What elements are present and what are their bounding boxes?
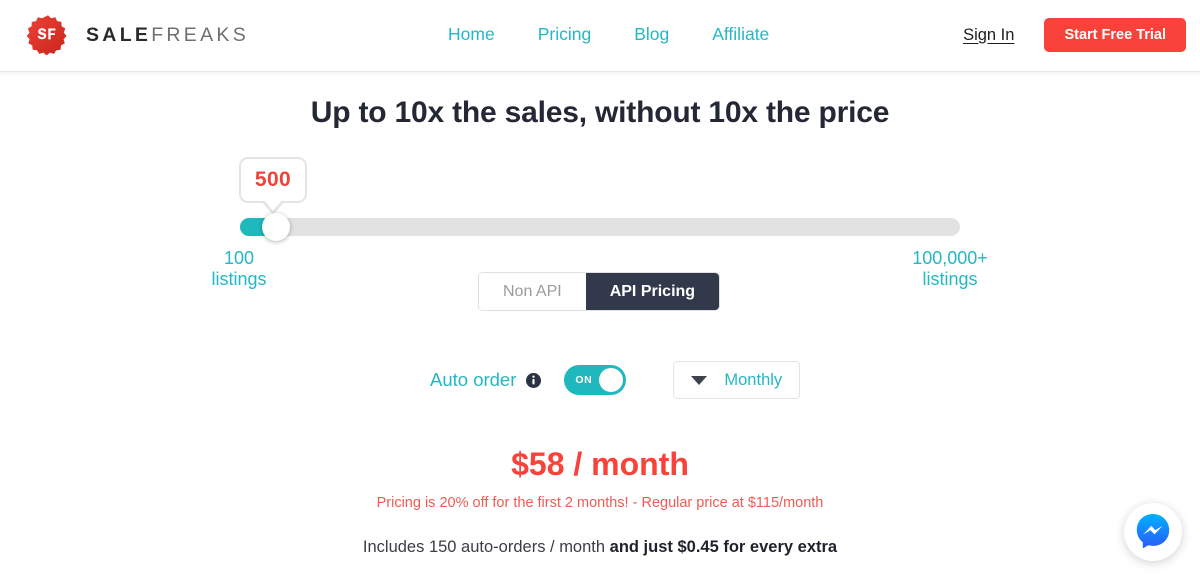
brand-logo[interactable]: SALEFREAKS [26,14,249,58]
slider-value-text: 500 [255,168,291,192]
slider-handle[interactable] [262,213,290,241]
primary-nav: Home Pricing Blog Affiliate [448,24,769,45]
nav-item-pricing[interactable]: Pricing [538,24,592,45]
slider-track[interactable] [240,218,960,236]
slider-min-unit: listings [190,269,288,290]
auto-order-toggle[interactable]: ON [564,365,626,395]
includes-bold: and just $0.45 for every extra [610,538,837,556]
slider-min-value: 100 [190,248,288,269]
auto-order-label: Auto order [430,369,516,391]
facebook-messenger-icon [1133,512,1173,552]
slider-value-bubble: 500 [239,157,307,203]
includes-text: Includes 150 auto-orders / month and jus… [0,538,1200,557]
includes-regular: Includes 150 auto-orders / month [363,538,610,556]
slider-max-value: 100,000+ [885,248,1015,269]
nav-item-home[interactable]: Home [448,24,495,45]
brand-wordmark-primary: SALE [86,24,151,46]
listings-slider[interactable] [240,218,960,236]
info-circle-icon[interactable] [526,373,541,388]
billing-period-select[interactable]: Monthly [673,361,800,399]
tab-api-pricing[interactable]: API Pricing [586,273,719,310]
tab-non-api[interactable]: Non API [479,273,586,310]
site-header: SALEFREAKS Home Pricing Blog Affiliate S… [0,0,1200,72]
auto-order-toggle-knob [599,368,623,392]
sign-in-link[interactable]: Sign In [963,26,1014,45]
auto-order-row: Auto order ON Monthly [430,358,800,402]
pricing-mode-switch: Non API API Pricing [478,272,720,311]
price-amount: $58 / month [0,446,1200,483]
brand-wordmark: SALEFREAKS [86,26,249,46]
nav-item-blog[interactable]: Blog [634,24,669,45]
page-root: SALEFREAKS Home Pricing Blog Affiliate S… [0,0,1200,578]
slider-max-label: 100,000+ listings [885,248,1015,290]
auto-order-toggle-state: ON [575,374,592,386]
header-actions: Sign In Start Free Trial [963,18,1186,52]
promo-text: Pricing is 20% off for the first 2 month… [0,495,1200,511]
brand-wordmark-secondary: FREAKS [151,24,249,46]
billing-period-value: Monthly [724,371,782,390]
start-free-trial-button[interactable]: Start Free Trial [1044,18,1186,52]
sf-badge-icon [26,14,70,58]
chevron-down-icon [691,376,707,385]
slider-max-unit: listings [885,269,1015,290]
slider-min-label: 100 listings [190,248,288,290]
messenger-chat-button[interactable] [1124,503,1182,561]
page-title: Up to 10x the sales, without 10x the pri… [0,96,1200,130]
nav-item-affiliate[interactable]: Affiliate [712,24,769,45]
